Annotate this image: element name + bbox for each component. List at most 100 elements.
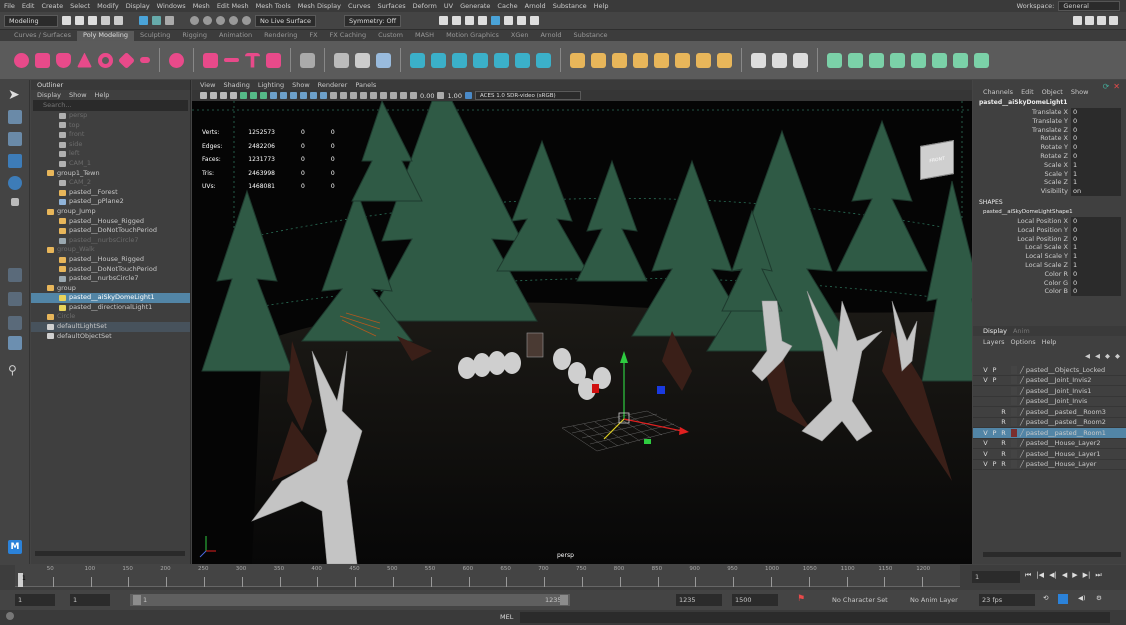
shelf-tab-rendering[interactable]: Rendering — [258, 31, 303, 41]
bridge-icon[interactable] — [431, 52, 446, 68]
layer-r-toggle[interactable]: R — [999, 449, 1008, 460]
outliner-item[interactable]: pasted__DoNotTouchPeriod — [31, 226, 190, 236]
layer-name[interactable]: pasted__pasted__Room2 — [1026, 417, 1106, 428]
display-layer-row[interactable]: R ╱ pasted__pasted__Room2 — [973, 417, 1126, 428]
channel-row[interactable]: Color B0 — [973, 287, 1126, 297]
outliner-item[interactable]: CAM_2 — [31, 178, 190, 188]
gamma-icon[interactable] — [437, 92, 445, 99]
layer-menu-help[interactable]: Help — [1042, 337, 1057, 347]
new-layer-icon[interactable]: ◆ — [1105, 352, 1110, 360]
search-icon[interactable]: ⚲ — [8, 363, 22, 377]
menu-mesh-tools[interactable]: Mesh Tools — [256, 2, 291, 10]
shadows-icon[interactable] — [320, 92, 327, 99]
outliner-menu-show[interactable]: Show — [69, 90, 87, 100]
channel-value-field[interactable]: 0 — [1071, 108, 1121, 117]
new-scene-icon[interactable] — [62, 16, 71, 25]
layer-color-swatch[interactable] — [1011, 365, 1017, 374]
menu-windows[interactable]: Windows — [157, 2, 186, 10]
ipr-render-icon[interactable] — [465, 16, 475, 25]
slide-edge-icon[interactable] — [772, 52, 787, 68]
outliner-item[interactable]: pasted__nurbsCircle7 — [31, 274, 190, 284]
command-input[interactable] — [520, 612, 1110, 623]
motion-blur-icon[interactable] — [340, 92, 347, 99]
svg-icon[interactable] — [266, 52, 281, 68]
fps-dropdown[interactable]: 23 fps — [979, 594, 1035, 606]
display-layer-row[interactable]: V R ╱ pasted__House_Layer2 — [973, 439, 1126, 449]
display-layer-row[interactable]: V R ╱ pasted__House_Layer1 — [973, 449, 1126, 460]
fill-hole-icon[interactable] — [494, 52, 509, 68]
play-backwards-icon[interactable]: ◀ — [1062, 571, 1067, 580]
end-time-field[interactable]: 1500 — [732, 594, 778, 606]
menu-file[interactable]: File — [4, 2, 15, 10]
layer-v-toggle[interactable]: V — [981, 449, 990, 460]
delete-edge-icon[interactable] — [696, 52, 711, 68]
shelf-tab-curves-surfaces[interactable]: Curves / Surfaces — [8, 31, 77, 41]
layer-r-toggle[interactable]: R — [999, 407, 1008, 418]
script-language-label[interactable]: MEL — [500, 612, 513, 623]
layer-color-swatch[interactable] — [1011, 376, 1017, 385]
layer-color-swatch[interactable] — [1011, 418, 1017, 427]
outliner-item[interactable]: front — [31, 130, 190, 140]
camera-attributes-icon[interactable] — [210, 92, 217, 99]
camera-select-icon[interactable] — [200, 92, 207, 99]
channel-value-field[interactable]: 1 — [1071, 178, 1121, 188]
layer-scrollbar[interactable] — [983, 552, 1121, 557]
layer-name[interactable]: pasted__House_Layer1 — [1026, 449, 1101, 460]
shelf-tab-custom[interactable]: Custom — [372, 31, 409, 41]
layer-p-toggle[interactable]: P — [990, 365, 999, 376]
cache-playback-icon[interactable] — [1058, 594, 1068, 604]
select-tool-icon[interactable]: ➤ — [8, 88, 22, 102]
layer-p-toggle[interactable]: P — [990, 459, 999, 470]
insert-loop-icon[interactable] — [612, 52, 627, 68]
display-layer-row[interactable]: V P ╱ pasted__Joint_Invis2 — [973, 376, 1126, 386]
crease-icon[interactable] — [675, 52, 690, 68]
layer-color-swatch[interactable] — [1011, 439, 1017, 448]
redo-icon[interactable] — [114, 16, 123, 25]
channel-value-field[interactable]: 0 — [1071, 234, 1121, 244]
channel-name[interactable]: Local Position Y — [973, 226, 1071, 235]
snap-point-icon[interactable] — [216, 16, 225, 25]
menu-surfaces[interactable]: Surfaces — [378, 2, 406, 10]
relax-icon[interactable] — [848, 52, 863, 68]
wireframe-icon[interactable] — [270, 92, 277, 99]
channels-menu-channels[interactable]: Channels — [983, 88, 1013, 96]
layer-name[interactable]: pasted__House_Layer — [1026, 459, 1096, 470]
layer-v-toggle[interactable]: V — [981, 365, 990, 376]
menu-substance[interactable]: Substance — [553, 2, 587, 10]
outliner-item[interactable]: pasted__DoNotTouchPeriod — [31, 265, 190, 275]
color-management-icon[interactable] — [464, 92, 472, 99]
menu-mesh[interactable]: Mesh — [193, 2, 210, 10]
platonic-solid-icon[interactable] — [169, 52, 184, 68]
channel-box-close-icon[interactable]: ✕ — [1113, 82, 1120, 91]
layer-tab-anim[interactable]: Anim — [1013, 326, 1030, 336]
channel-row[interactable]: Local Position X0 — [973, 216, 1126, 226]
channel-name[interactable]: Color B — [973, 287, 1071, 296]
poly-plane-icon[interactable] — [118, 51, 135, 69]
outliner-item[interactable]: top — [31, 121, 190, 131]
channel-row[interactable]: Local Scale X1 — [973, 243, 1126, 253]
viewport-menu-view[interactable]: View — [200, 80, 215, 90]
outliner-menu-display[interactable]: Display — [37, 90, 61, 100]
layer-color-swatch[interactable] — [1011, 407, 1017, 416]
render-view-icon[interactable] — [439, 16, 449, 25]
channel-row[interactable]: Local Position Z0 — [973, 234, 1126, 244]
range-slider[interactable] — [130, 594, 570, 606]
display-layer-row[interactable]: V P ╱ pasted__Objects_Locked — [973, 365, 1126, 376]
layer-menu-layers[interactable]: Layers — [983, 337, 1005, 347]
outliner-layout-icon[interactable] — [8, 336, 22, 350]
channel-value-field[interactable]: 1 — [1071, 160, 1121, 170]
display-layer-row[interactable]: ╱ pasted__Joint_Invis — [973, 397, 1126, 407]
merge-icon[interactable] — [591, 52, 606, 68]
shelf-tab-motion-graphics[interactable]: Motion Graphics — [440, 31, 505, 41]
channel-value-field[interactable]: 0 — [1071, 143, 1121, 152]
step-back-frame-icon[interactable]: ◀| — [1049, 571, 1057, 580]
channel-name[interactable]: Visibility — [973, 187, 1071, 196]
outliner-item[interactable]: pasted__aiSkyDomeLight1 — [31, 293, 190, 303]
channel-name[interactable]: Scale X — [973, 161, 1071, 170]
poly-cube-icon[interactable] — [35, 52, 50, 68]
backface-culling-icon[interactable] — [400, 92, 407, 99]
super-shape-icon[interactable] — [203, 52, 218, 68]
menu-edit[interactable]: Edit — [22, 2, 35, 10]
go-to-start-icon[interactable]: ⏮ — [1025, 571, 1031, 580]
open-scene-icon[interactable] — [75, 16, 84, 25]
